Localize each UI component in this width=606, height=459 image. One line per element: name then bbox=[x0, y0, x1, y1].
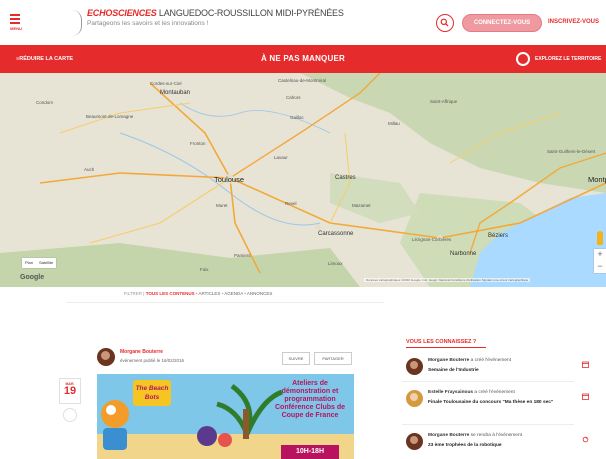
map-label: Limoux bbox=[328, 261, 343, 266]
filter-all[interactable]: TOUS LES CONTENUS bbox=[146, 291, 195, 296]
avatar[interactable] bbox=[406, 390, 423, 407]
calendar-icon bbox=[582, 393, 589, 400]
sidebar-title-underline bbox=[406, 347, 486, 348]
zoom-control: + − bbox=[594, 249, 606, 273]
feed-target[interactable]: 23 ème trophées de la robotique bbox=[428, 442, 558, 450]
share-icon bbox=[582, 436, 589, 443]
map-label: Fronton bbox=[190, 141, 206, 146]
map-type-satellite[interactable]: Satellite bbox=[36, 258, 56, 268]
divider bbox=[402, 381, 574, 382]
map-label: Muret bbox=[216, 203, 228, 208]
highlight-banner: ≡RÉDUIRE LA CARTE À NE PAS MANQUER EXPLO… bbox=[0, 45, 606, 73]
menu-label: MENU bbox=[10, 26, 22, 31]
divider bbox=[66, 302, 384, 303]
search-icon bbox=[440, 18, 449, 27]
map-label: Béziers bbox=[488, 233, 509, 239]
zoom-out-button[interactable]: − bbox=[594, 261, 606, 273]
territory-map[interactable]: Cordes-sur-Ciel Montauban Castelnau-de-M… bbox=[0, 73, 606, 287]
map-label: Montauban bbox=[160, 90, 191, 96]
map-label: Condom bbox=[36, 100, 54, 105]
map-label: Beaumont-de-Lomagne bbox=[86, 114, 134, 119]
map-label: Castelnau-de-Montmiral bbox=[278, 78, 327, 83]
map-label: Foix bbox=[200, 267, 209, 272]
connect-button[interactable]: CONNECTEZ-VOUS bbox=[462, 14, 542, 32]
sidebar-title: VOUS LES CONNAISSEZ ? bbox=[406, 339, 477, 345]
filter-articles[interactable]: ARTICLES bbox=[198, 291, 220, 296]
map-label: Millau bbox=[388, 121, 400, 126]
map-label: Auch bbox=[84, 167, 95, 172]
map-label: Castres bbox=[335, 175, 356, 181]
map-label: Cordes-sur-Ciel bbox=[150, 81, 182, 86]
map-label: Saint-Guilhem-le-Désert bbox=[547, 149, 596, 154]
map-label: Montp bbox=[588, 175, 606, 184]
compass-icon bbox=[516, 52, 530, 66]
search-button[interactable] bbox=[436, 14, 454, 32]
feed-action: a créé l'événement bbox=[470, 358, 512, 363]
event-date: MAR. 19 bbox=[59, 378, 81, 404]
map-label: Pamiers bbox=[234, 253, 251, 258]
feed-actor-line: Morgane Bouterre se rendra à l'événement bbox=[428, 433, 522, 438]
calendar-icon bbox=[582, 361, 589, 368]
map-label: Lavaur bbox=[274, 155, 288, 160]
divider bbox=[402, 424, 574, 425]
map-label: Gaillac bbox=[290, 115, 304, 120]
feed-action: a créé l'événement bbox=[474, 390, 515, 395]
feed-actor[interactable]: Morgane Bouterre bbox=[428, 433, 469, 438]
avatar[interactable] bbox=[406, 433, 423, 450]
filter-agenda[interactable]: AGENDA bbox=[224, 291, 243, 296]
feed-item[interactable]: Estelle Fraysainous a créé l'événement F… bbox=[400, 388, 606, 422]
logo-arc-icon bbox=[72, 10, 82, 36]
beach-bots-badge: The Beach Bots bbox=[133, 380, 171, 406]
map-terrain bbox=[0, 73, 606, 287]
poster-title: Ateliers de démonstration et programmati… bbox=[274, 380, 345, 419]
map-label: Toulouse bbox=[214, 175, 245, 184]
map-label: Cahors bbox=[286, 95, 301, 100]
map-label: Carcassonne bbox=[318, 231, 354, 237]
map-label: Lézignan-Corbières bbox=[412, 237, 452, 242]
avatar[interactable] bbox=[97, 348, 115, 366]
feed-item[interactable]: Morgane Bouterre se rendra à l'événement… bbox=[400, 431, 606, 459]
event-day: 19 bbox=[63, 385, 77, 397]
event-published-date: événement publié le 16/02/2016 bbox=[120, 358, 185, 363]
map-label: Revel bbox=[285, 201, 297, 206]
feed-target[interactable]: Semaine de l'Industrie bbox=[428, 367, 558, 375]
share-button[interactable]: PARTAGER bbox=[314, 352, 352, 365]
feed-actor[interactable]: Estelle Fraysainous bbox=[428, 390, 473, 395]
poster-time: 10H-18H bbox=[281, 445, 339, 459]
map-label: Narbonne bbox=[450, 251, 477, 257]
hamburger-icon bbox=[10, 14, 20, 16]
site-header: MENU ECHOSCIENCES LANGUEDOC-ROUSSILLON M… bbox=[0, 0, 606, 45]
zoom-in-button[interactable]: + bbox=[594, 249, 606, 261]
map-label: Mazamet bbox=[352, 203, 371, 208]
feed-actor-line: Morgane Bouterre a créé l'événement bbox=[428, 358, 511, 363]
brand-strong: ECHOSCIENCES bbox=[87, 8, 157, 18]
avatar[interactable] bbox=[406, 358, 423, 375]
feed-actor[interactable]: Morgane Bouterre bbox=[428, 358, 469, 363]
brand-region: LANGUEDOC-ROUSSILLON MIDI-PYRÉNÉES bbox=[156, 8, 344, 18]
google-logo: Google bbox=[20, 274, 45, 281]
map-type-plan[interactable]: Plan bbox=[22, 258, 36, 268]
site-logo[interactable]: ECHOSCIENCES LANGUEDOC-ROUSSILLON MIDI-P… bbox=[87, 8, 344, 18]
tagline: Partageons les savoirs et les innovation… bbox=[87, 20, 209, 27]
feed-action: se rendra à l'événement bbox=[470, 433, 522, 438]
filter-prefix: FILTRER bbox=[123, 291, 143, 296]
page: MENU ECHOSCIENCES LANGUEDOC-ROUSSILLON M… bbox=[0, 0, 606, 459]
menu-button[interactable]: MENU bbox=[6, 12, 26, 36]
author-name[interactable]: Morgane Bouterre bbox=[120, 349, 163, 355]
map-label: Saint-Affrique bbox=[430, 99, 458, 104]
feed-target[interactable]: Finale Toulousaine du concours "Ma thèse… bbox=[428, 399, 558, 407]
follow-button[interactable]: SUIVRE bbox=[282, 352, 310, 365]
signup-link[interactable]: INSCRIVEZ-VOUS bbox=[548, 19, 599, 25]
map-type-toggle[interactable]: Plan Satellite bbox=[22, 258, 57, 268]
map-attribution[interactable]: Données cartographiques ©2016 Google, In… bbox=[364, 278, 531, 282]
event-poster[interactable]: The Beach Bots Ateliers de démonstration… bbox=[97, 374, 354, 459]
filter-annonces[interactable]: ANNONCES bbox=[247, 291, 273, 296]
explore-label: EXPLOREZ LE TERRITOIRE bbox=[535, 56, 602, 62]
pegman-icon[interactable] bbox=[597, 231, 603, 245]
location-pin-icon[interactable] bbox=[63, 408, 77, 422]
feed-actor-line: Estelle Fraysainous a créé l'événement bbox=[428, 390, 515, 395]
content-filter: FILTRER | TOUS LES CONTENUS • ARTICLES •… bbox=[123, 291, 273, 296]
feed-item[interactable]: Morgane Bouterre a créé l'événement Sema… bbox=[400, 356, 606, 390]
